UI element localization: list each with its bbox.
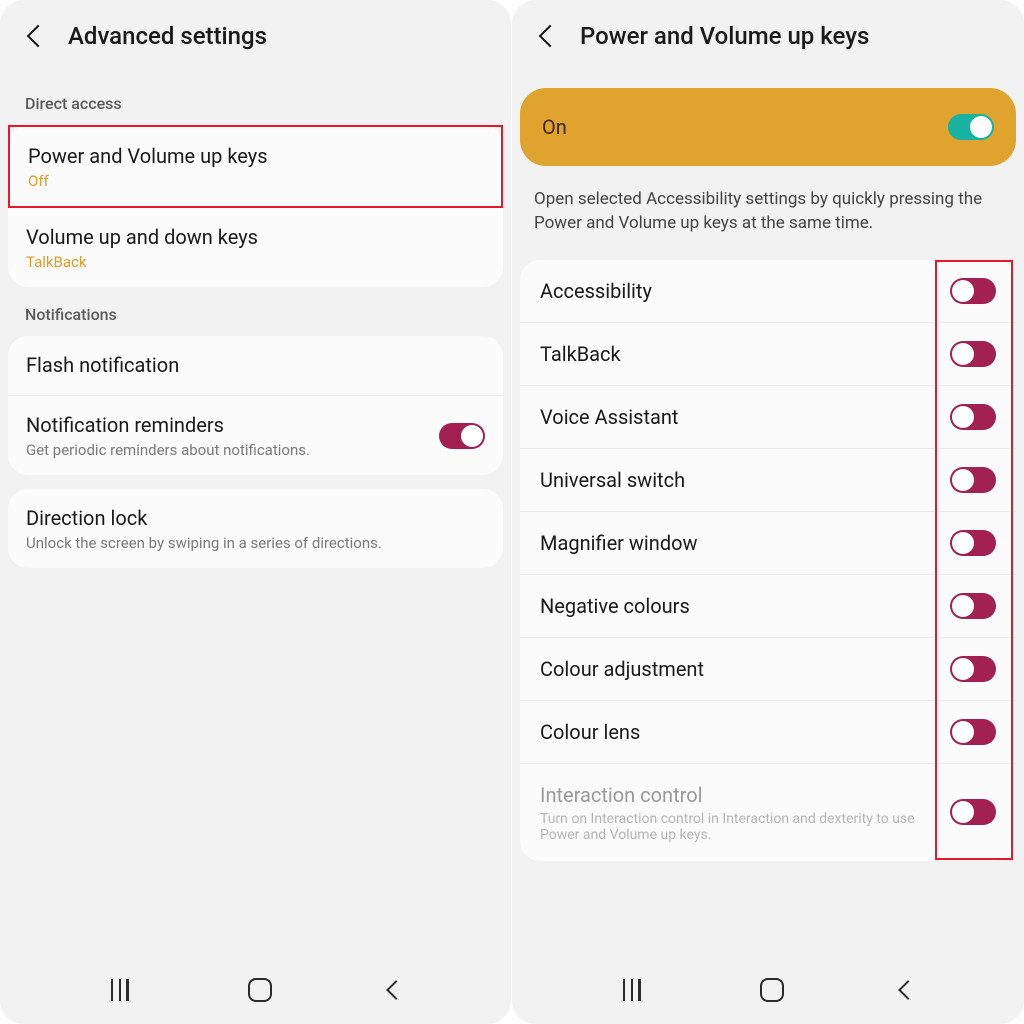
- item-title: Power and Volume up keys: [28, 143, 483, 170]
- item-subtext: TalkBack: [26, 253, 485, 271]
- item-title: Direction lock: [26, 505, 485, 532]
- item-title: Colour adjustment: [540, 657, 704, 681]
- item-interaction-control: Interaction control Turn on Interaction …: [520, 764, 1016, 861]
- banner-label: On: [542, 115, 567, 139]
- item-title: Flash notification: [26, 352, 485, 379]
- page-title: Advanced settings: [68, 22, 267, 50]
- section-header-notifications: Notifications: [0, 287, 511, 336]
- toggle-interaction-control[interactable]: [950, 799, 996, 825]
- nav-back-icon[interactable]: [386, 980, 406, 1000]
- section-header-direct-access: Direct access: [0, 76, 511, 125]
- nav-recent-icon[interactable]: [623, 979, 641, 1001]
- back-icon[interactable]: [27, 25, 50, 48]
- item-colour-adjustment[interactable]: Colour adjustment: [520, 638, 1016, 701]
- item-description: Unlock the screen by swiping in a series…: [26, 534, 485, 552]
- toggle-colour-adjustment[interactable]: [950, 656, 996, 682]
- item-title: Interaction control: [540, 782, 940, 809]
- item-subtext: Off: [28, 172, 483, 190]
- master-toggle-banner[interactable]: On: [520, 88, 1016, 166]
- nav-back-icon[interactable]: [898, 980, 918, 1000]
- screen-power-volume-up: Power and Volume up keys On Open selecte…: [512, 0, 1024, 1024]
- card-notifications: Flash notification Notification reminder…: [8, 336, 503, 475]
- toggle-talkback[interactable]: [950, 341, 996, 367]
- toggle-notification-reminders[interactable]: [439, 423, 485, 449]
- page-title: Power and Volume up keys: [580, 22, 869, 50]
- toggle-master[interactable]: [948, 114, 994, 140]
- item-direction-lock[interactable]: Direction lock Unlock the screen by swip…: [8, 489, 503, 568]
- item-volume-up-down[interactable]: Volume up and down keys TalkBack: [8, 208, 503, 287]
- item-flash-notification[interactable]: Flash notification: [8, 336, 503, 396]
- description-text: Open selected Accessibility settings by …: [512, 166, 1024, 260]
- item-accessibility[interactable]: Accessibility: [520, 260, 1016, 323]
- item-colour-lens[interactable]: Colour lens: [520, 701, 1016, 764]
- item-title: Magnifier window: [540, 531, 698, 555]
- toggle-magnifier-window[interactable]: [950, 530, 996, 556]
- navigation-bar: [0, 956, 511, 1024]
- item-notification-reminders[interactable]: Notification reminders Get periodic remi…: [8, 396, 503, 475]
- item-description: Get periodic reminders about notificatio…: [26, 441, 310, 459]
- toggle-accessibility[interactable]: [950, 278, 996, 304]
- item-title: Accessibility: [540, 279, 652, 303]
- toggle-voice-assistant[interactable]: [950, 404, 996, 430]
- item-title: Universal switch: [540, 468, 685, 492]
- item-title: Voice Assistant: [540, 405, 678, 429]
- item-description: Turn on Interaction control in Interacti…: [540, 811, 940, 843]
- screen-advanced-settings: Advanced settings Direct access Power an…: [0, 0, 512, 1024]
- nav-recent-icon[interactable]: [111, 979, 129, 1001]
- item-title: TalkBack: [540, 342, 621, 366]
- toggle-universal-switch[interactable]: [950, 467, 996, 493]
- card-shortcut-options: Accessibility TalkBack Voice Assistant U…: [520, 260, 1016, 861]
- card-direct-access: Power and Volume up keys Off Volume up a…: [8, 125, 503, 287]
- item-voice-assistant[interactable]: Voice Assistant: [520, 386, 1016, 449]
- item-talkback[interactable]: TalkBack: [520, 323, 1016, 386]
- item-magnifier-window[interactable]: Magnifier window: [520, 512, 1016, 575]
- toggle-negative-colours[interactable]: [950, 593, 996, 619]
- card-direction-lock: Direction lock Unlock the screen by swip…: [8, 489, 503, 568]
- nav-home-icon[interactable]: [248, 978, 272, 1002]
- item-title: Colour lens: [540, 720, 640, 744]
- navigation-bar: [512, 956, 1024, 1024]
- nav-home-icon[interactable]: [760, 978, 784, 1002]
- header: Advanced settings: [0, 0, 511, 76]
- item-title: Volume up and down keys: [26, 224, 485, 251]
- item-title: Notification reminders: [26, 412, 310, 439]
- item-power-volume-up[interactable]: Power and Volume up keys Off: [8, 125, 503, 208]
- header: Power and Volume up keys: [512, 0, 1024, 76]
- item-universal-switch[interactable]: Universal switch: [520, 449, 1016, 512]
- back-icon[interactable]: [539, 25, 562, 48]
- item-negative-colours[interactable]: Negative colours: [520, 575, 1016, 638]
- toggle-colour-lens[interactable]: [950, 719, 996, 745]
- item-title: Negative colours: [540, 594, 690, 618]
